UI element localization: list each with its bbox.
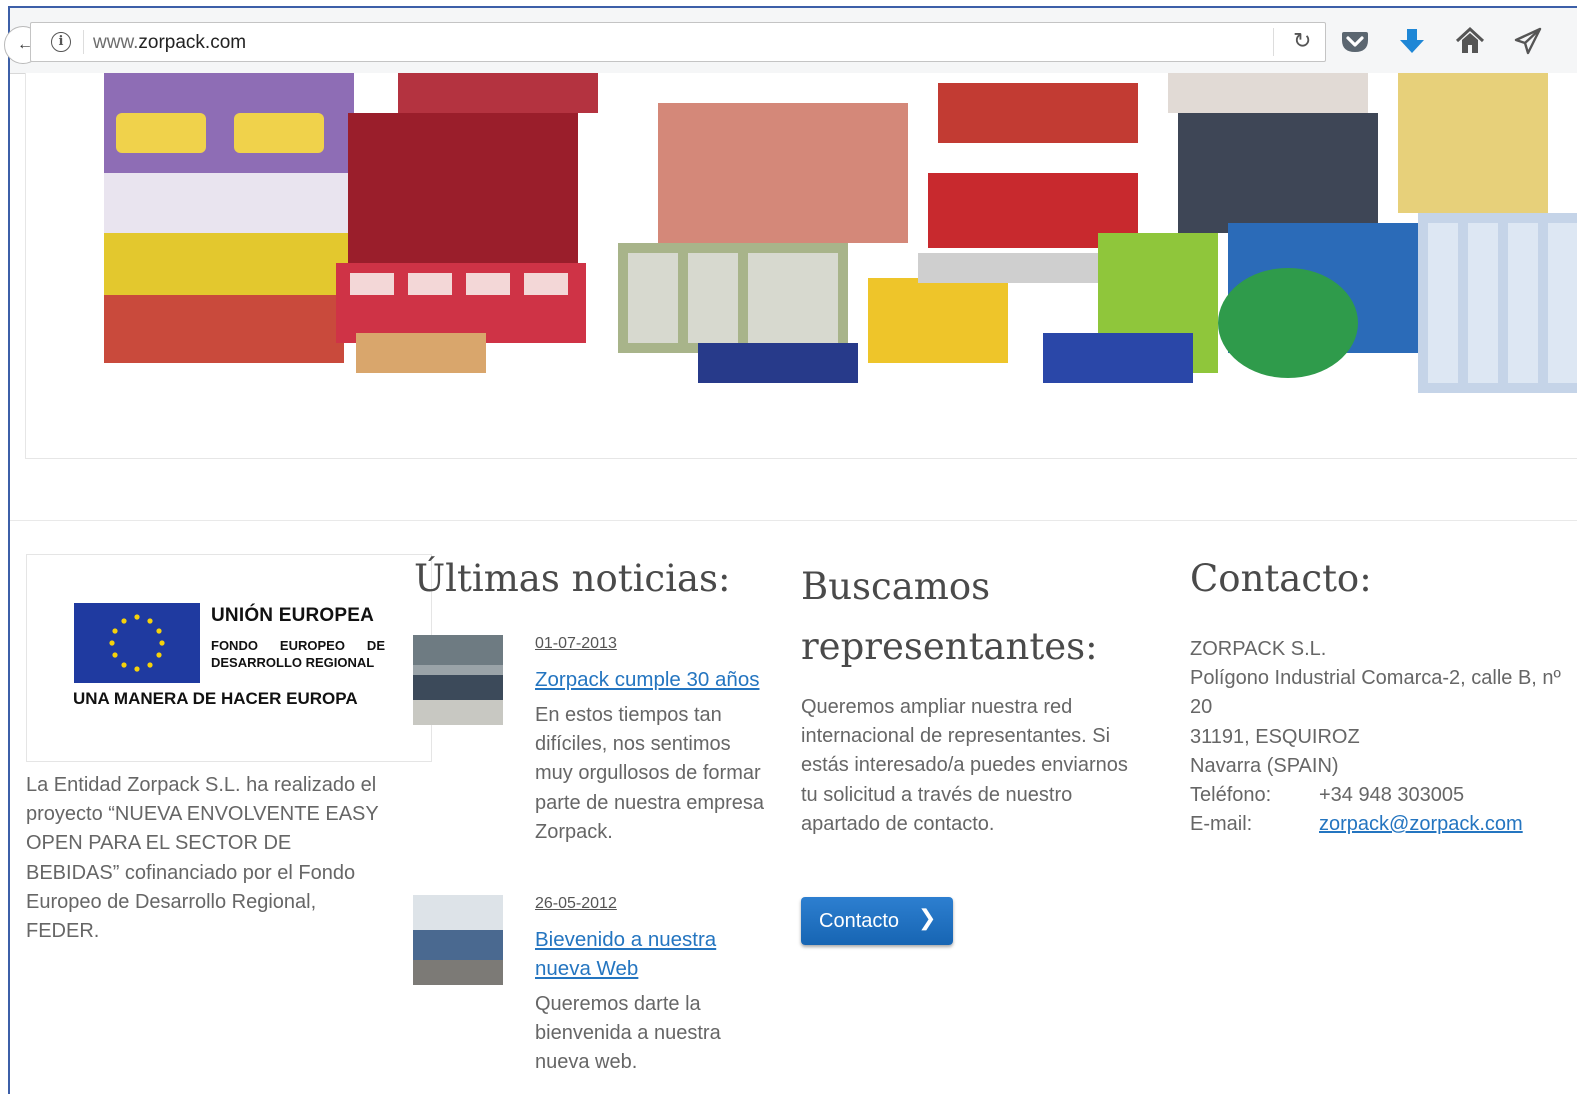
address-postal: 31191, ESQUIROZ xyxy=(1190,725,1360,748)
contact-button[interactable]: Contacto ❯ xyxy=(801,897,953,945)
contact-heading: Contacto: xyxy=(1190,557,1372,600)
url-bar[interactable]: i www.zorpack.com ↻ xyxy=(30,22,1326,62)
eu-motto: UNA MANERA DE HACER EUROPA xyxy=(73,689,358,708)
url-separator xyxy=(83,30,84,54)
news-thumbnail[interactable] xyxy=(413,895,503,985)
news-body: Queremos darte la bienvenida a nuestra n… xyxy=(535,993,721,1074)
send-icon[interactable] xyxy=(1513,26,1543,56)
eu-project-description: La Entidad Zorpack S.L. ha realizado el … xyxy=(26,774,379,943)
news-heading: Últimas noticias: xyxy=(414,557,731,600)
phone-row: Teléfono: +34 948 303005 xyxy=(1190,781,1570,810)
contact-details: ZORPACK S.L. Polígono Industrial Comarca… xyxy=(1190,635,1570,839)
eu-title: UNIÓN EUROPEA xyxy=(211,605,375,626)
home-icon[interactable] xyxy=(1455,26,1485,56)
phone-label: Teléfono: xyxy=(1190,784,1272,807)
products-banner-image xyxy=(104,73,1577,393)
section-separator xyxy=(10,520,1577,521)
representatives-text: Queremos ampliar nuestra red internacion… xyxy=(801,696,1128,835)
news-body: En estos tiempos tan difíciles, nos sent… xyxy=(535,704,765,843)
banner-card xyxy=(25,73,1577,459)
company-name: ZORPACK S.L. xyxy=(1190,638,1327,660)
contact-button-label: Contacto xyxy=(819,909,900,932)
news-title-link[interactable]: Zorpack cumple 30 años xyxy=(535,665,775,694)
email-row: E-mail: zorpack@zorpack.com xyxy=(1190,810,1570,839)
reload-icon[interactable]: ↻ xyxy=(1293,29,1311,54)
news-thumbnail[interactable] xyxy=(413,635,503,725)
url-text[interactable]: www.zorpack.com xyxy=(93,32,246,54)
eu-feder-logo: UNIÓN EUROPEA FONDO EUROPEO DE DESARROLL… xyxy=(26,554,432,762)
email-link[interactable]: zorpack@zorpack.com xyxy=(1319,810,1523,839)
reload-separator xyxy=(1273,28,1274,56)
email-label: E-mail: xyxy=(1190,813,1253,836)
representatives-heading: Buscamos representantes: xyxy=(801,565,1098,668)
download-icon[interactable] xyxy=(1397,26,1427,56)
info-icon[interactable]: i xyxy=(51,32,71,52)
news-title-link[interactable]: Bievenido a nuestra nueva Web xyxy=(535,925,735,983)
browser-toolbar: ← i www.zorpack.com ↻ xyxy=(4,8,1577,74)
news-date[interactable]: 01-07-2013 xyxy=(535,635,617,653)
address-region: Navarra (SPAIN) xyxy=(1190,754,1339,777)
news-date[interactable]: 26-05-2012 xyxy=(535,895,617,913)
pocket-icon[interactable] xyxy=(1340,26,1370,56)
url-domain: zorpack.com xyxy=(138,32,247,53)
phone-value: +34 948 303005 xyxy=(1319,784,1465,807)
chevron-right-icon: ❯ xyxy=(918,906,937,931)
address-line: Polígono Industrial Comarca-2, calle B, … xyxy=(1190,667,1561,719)
eu-fund-name: FONDO EUROPEO DE DESARROLLO REGIONAL xyxy=(211,638,385,670)
page-content: UNIÓN EUROPEA FONDO EUROPEO DE DESARROLL… xyxy=(10,73,1577,1094)
url-prefix: www. xyxy=(93,32,139,53)
eu-flag-icon xyxy=(74,603,200,683)
